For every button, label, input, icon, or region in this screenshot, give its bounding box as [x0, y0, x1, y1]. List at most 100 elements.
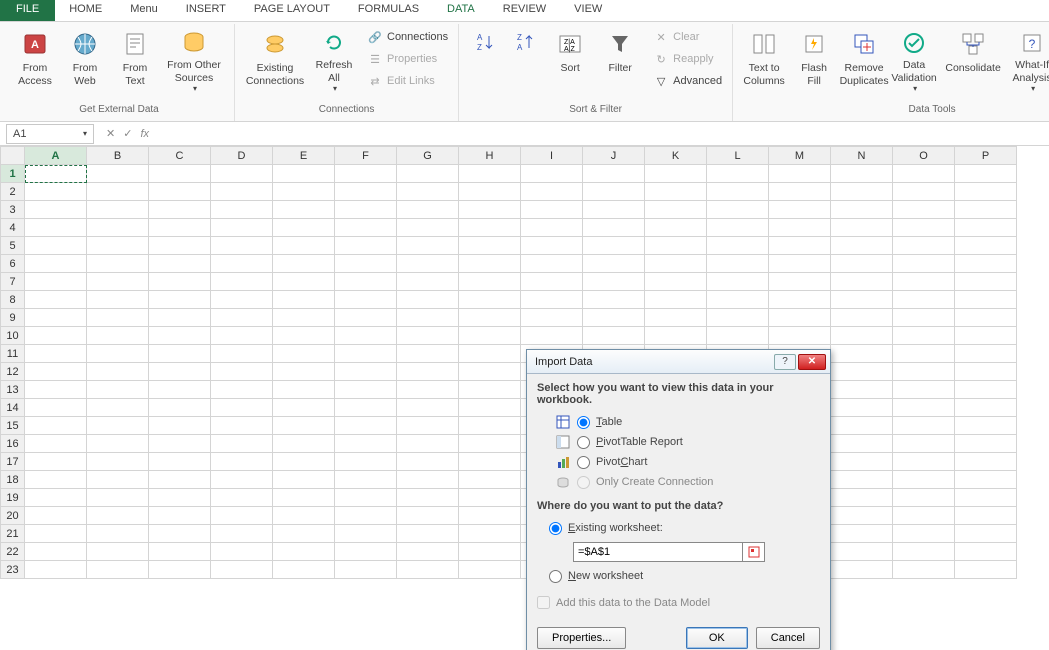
cell-H15[interactable] [459, 417, 521, 435]
cell-K2[interactable] [645, 183, 707, 201]
cell-E19[interactable] [273, 489, 335, 507]
cell-O15[interactable] [893, 417, 955, 435]
cell-N13[interactable] [831, 381, 893, 399]
cell-A12[interactable] [25, 363, 87, 381]
cell-L7[interactable] [707, 273, 769, 291]
cell-N7[interactable] [831, 273, 893, 291]
cell-N21[interactable] [831, 525, 893, 543]
cell-D12[interactable] [211, 363, 273, 381]
cell-L8[interactable] [707, 291, 769, 309]
flash-fill-button[interactable]: FlashFill [789, 26, 839, 96]
cell-N12[interactable] [831, 363, 893, 381]
row-header-16[interactable]: 16 [1, 435, 25, 453]
cell-M10[interactable] [769, 327, 831, 345]
cell-O13[interactable] [893, 381, 955, 399]
dialog-titlebar[interactable]: Import Data ? ✕ [527, 350, 830, 374]
cancel-button[interactable]: Cancel [756, 627, 820, 649]
cell-M5[interactable] [769, 237, 831, 255]
cell-H13[interactable] [459, 381, 521, 399]
cell-E17[interactable] [273, 453, 335, 471]
cell-A19[interactable] [25, 489, 87, 507]
row-header-19[interactable]: 19 [1, 489, 25, 507]
cell-E5[interactable] [273, 237, 335, 255]
cell-F2[interactable] [335, 183, 397, 201]
cell-P18[interactable] [955, 471, 1017, 489]
existing-connections-button[interactable]: ExistingConnections [241, 26, 309, 96]
cell-P3[interactable] [955, 201, 1017, 219]
col-header-O[interactable]: O [893, 147, 955, 165]
cell-J8[interactable] [583, 291, 645, 309]
cell-A4[interactable] [25, 219, 87, 237]
cell-F17[interactable] [335, 453, 397, 471]
cell-G1[interactable] [397, 165, 459, 183]
text-to-columns-button[interactable]: Text toColumns [739, 26, 789, 96]
cell-A16[interactable] [25, 435, 87, 453]
cell-C10[interactable] [149, 327, 211, 345]
cell-J7[interactable] [583, 273, 645, 291]
cell-H23[interactable] [459, 561, 521, 579]
col-header-A[interactable]: A [25, 147, 87, 165]
cell-I9[interactable] [521, 309, 583, 327]
cell-G17[interactable] [397, 453, 459, 471]
cell-P9[interactable] [955, 309, 1017, 327]
cell-P20[interactable] [955, 507, 1017, 525]
cell-F12[interactable] [335, 363, 397, 381]
cell-C5[interactable] [149, 237, 211, 255]
cell-D14[interactable] [211, 399, 273, 417]
col-header-H[interactable]: H [459, 147, 521, 165]
cell-J4[interactable] [583, 219, 645, 237]
cell-C1[interactable] [149, 165, 211, 183]
cell-L5[interactable] [707, 237, 769, 255]
cell-P5[interactable] [955, 237, 1017, 255]
cell-I1[interactable] [521, 165, 583, 183]
cell-L6[interactable] [707, 255, 769, 273]
cell-O9[interactable] [893, 309, 955, 327]
cell-I10[interactable] [521, 327, 583, 345]
cell-D21[interactable] [211, 525, 273, 543]
cell-O19[interactable] [893, 489, 955, 507]
cell-O18[interactable] [893, 471, 955, 489]
sort-button[interactable]: Z|AA|Z Sort [545, 26, 595, 96]
cell-I4[interactable] [521, 219, 583, 237]
cell-A3[interactable] [25, 201, 87, 219]
row-header-12[interactable]: 12 [1, 363, 25, 381]
cell-D15[interactable] [211, 417, 273, 435]
cell-B12[interactable] [87, 363, 149, 381]
cell-N15[interactable] [831, 417, 893, 435]
cell-H18[interactable] [459, 471, 521, 489]
cell-D7[interactable] [211, 273, 273, 291]
row-header-23[interactable]: 23 [1, 561, 25, 579]
cell-A8[interactable] [25, 291, 87, 309]
cell-H10[interactable] [459, 327, 521, 345]
cell-B23[interactable] [87, 561, 149, 579]
enter-formula-icon[interactable]: ✓ [123, 127, 132, 140]
cell-N3[interactable] [831, 201, 893, 219]
cell-G10[interactable] [397, 327, 459, 345]
cell-D22[interactable] [211, 543, 273, 561]
cell-F1[interactable] [335, 165, 397, 183]
fx-icon[interactable]: fx [140, 128, 149, 140]
cell-E14[interactable] [273, 399, 335, 417]
cell-H4[interactable] [459, 219, 521, 237]
tab-review[interactable]: REVIEW [489, 0, 560, 21]
cell-C16[interactable] [149, 435, 211, 453]
formula-input[interactable] [155, 124, 1049, 144]
cell-H1[interactable] [459, 165, 521, 183]
col-header-G[interactable]: G [397, 147, 459, 165]
cell-D4[interactable] [211, 219, 273, 237]
cell-O12[interactable] [893, 363, 955, 381]
cell-F23[interactable] [335, 561, 397, 579]
cell-E10[interactable] [273, 327, 335, 345]
cell-B4[interactable] [87, 219, 149, 237]
cell-B19[interactable] [87, 489, 149, 507]
cell-N6[interactable] [831, 255, 893, 273]
cell-O1[interactable] [893, 165, 955, 183]
cell-A13[interactable] [25, 381, 87, 399]
cell-A17[interactable] [25, 453, 87, 471]
cell-D3[interactable] [211, 201, 273, 219]
cell-O14[interactable] [893, 399, 955, 417]
cell-O22[interactable] [893, 543, 955, 561]
cell-K3[interactable] [645, 201, 707, 219]
cell-O10[interactable] [893, 327, 955, 345]
cell-I5[interactable] [521, 237, 583, 255]
